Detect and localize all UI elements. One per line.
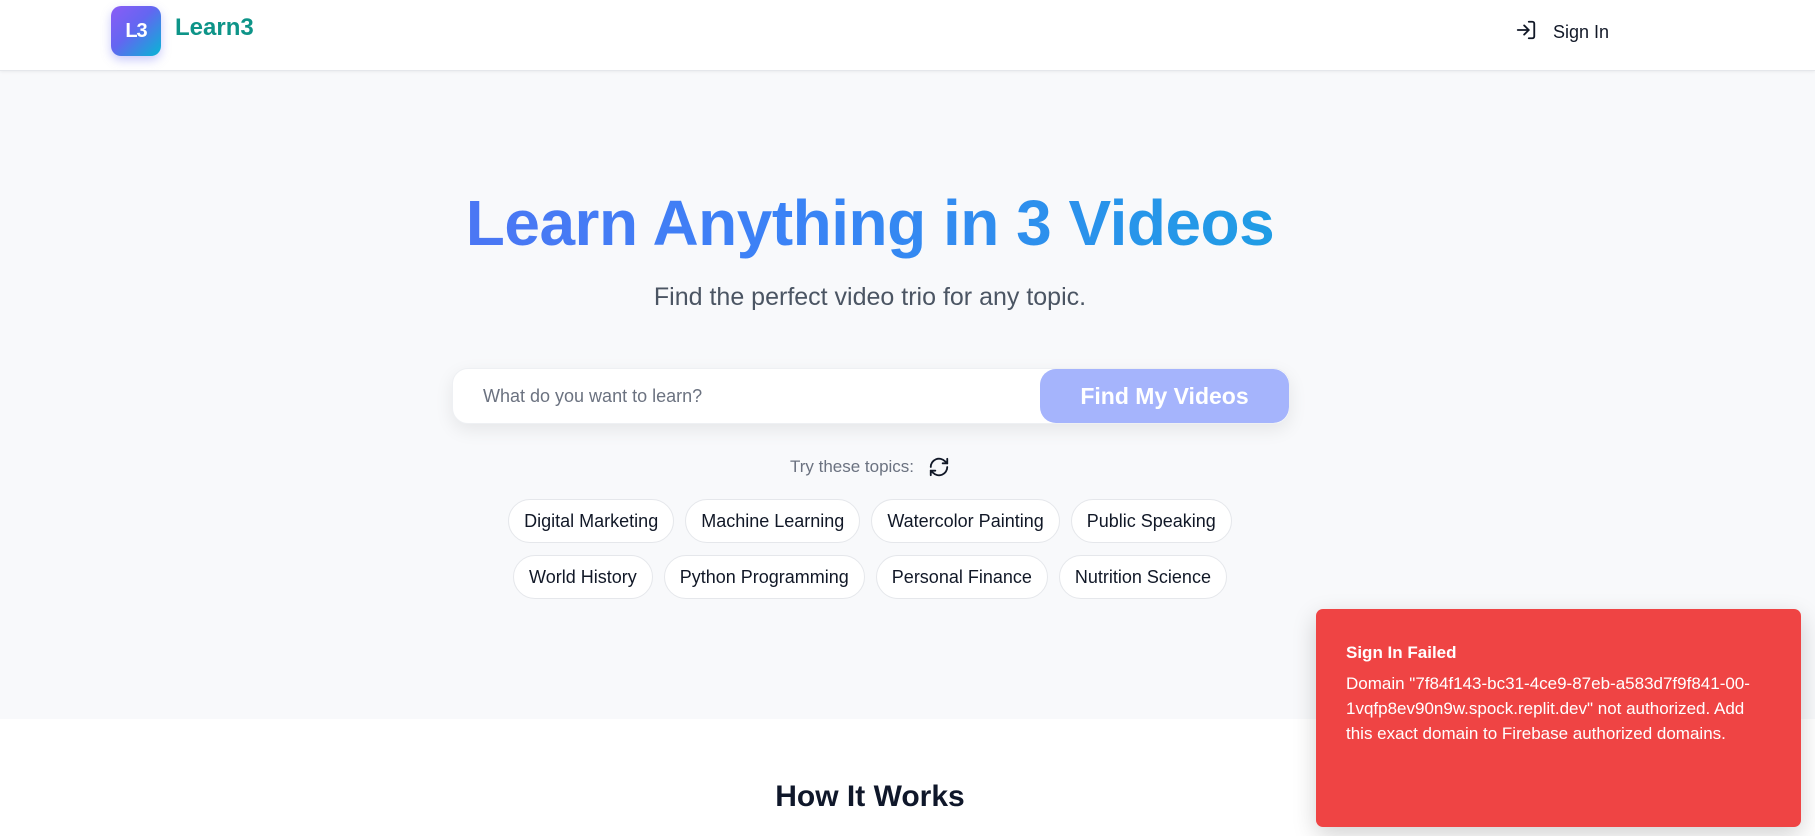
try-topics-row: Try these topics:	[0, 456, 1740, 478]
top-header: L3 Learn3 Sign In	[0, 0, 1815, 71]
topic-chip[interactable]: Watercolor Painting	[871, 499, 1060, 543]
topic-row-2: World History Python Programming Persona…	[513, 555, 1227, 599]
sign-in-button[interactable]: Sign In	[1515, 16, 1609, 48]
topic-chips: Digital Marketing Machine Learning Water…	[0, 499, 1740, 599]
topic-chip[interactable]: Nutrition Science	[1058, 555, 1227, 599]
try-topics-label: Try these topics:	[789, 457, 915, 476]
topic-row-1: Digital Marketing Machine Learning Water…	[508, 499, 1232, 543]
topic-chip[interactable]: Machine Learning	[685, 499, 861, 543]
sign-in-label: Sign In	[1553, 21, 1610, 42]
toast-message: Domain "7f84f143-bc31-4ce9-87eb-a583d7f9…	[1346, 674, 1750, 743]
search-bar: Find My Videos	[452, 368, 1290, 424]
logo-badge[interactable]: L3	[111, 6, 161, 56]
topic-chip[interactable]: Python Programming	[663, 555, 865, 599]
topic-chip[interactable]: Personal Finance	[875, 555, 1048, 599]
toast-title: Sign In Failed	[1346, 643, 1457, 662]
refresh-icon[interactable]	[928, 456, 950, 478]
topic-chip[interactable]: Public Speaking	[1070, 499, 1232, 543]
hero-title: Learn Anything in 3 Videos	[0, 186, 1740, 260]
topic-chip[interactable]: Digital Marketing	[508, 499, 675, 543]
search-input[interactable]	[453, 369, 1040, 423]
sign-in-icon	[1515, 19, 1537, 46]
topic-chip[interactable]: World History	[513, 555, 653, 599]
logo-text[interactable]: Learn3	[175, 14, 254, 42]
error-toast[interactable]: Sign In Failed Domain "7f84f143-bc31-4ce…	[1316, 609, 1801, 827]
find-videos-button[interactable]: Find My Videos	[1040, 369, 1289, 423]
hero-subtitle: Find the perfect video trio for any topi…	[653, 283, 1087, 311]
